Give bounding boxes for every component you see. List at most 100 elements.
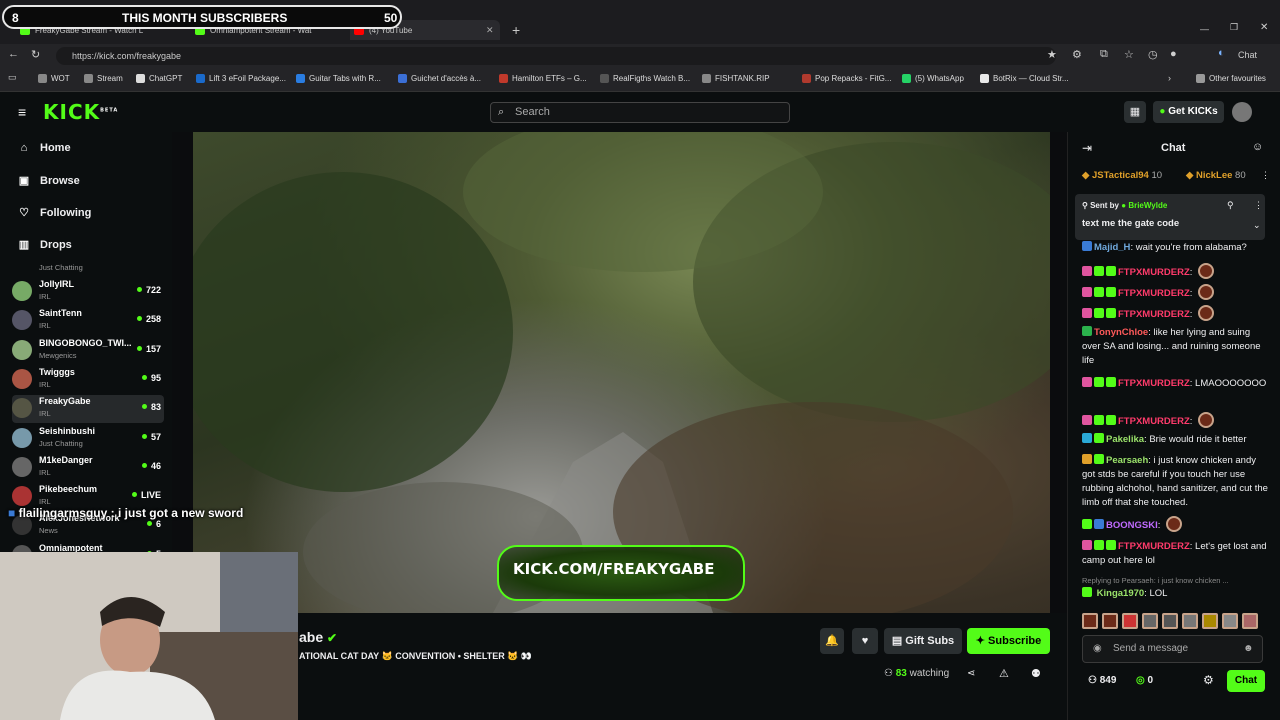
emote[interactable] (1198, 263, 1215, 279)
emote[interactable] (1222, 613, 1238, 629)
maximize-icon[interactable]: ❐ (1230, 22, 1238, 33)
extensions-icon[interactable]: ⚙ (1072, 48, 1082, 61)
chat-username[interactable]: FTPXMURDERZ (1118, 309, 1190, 320)
emote[interactable] (1198, 284, 1215, 300)
favorites-icon[interactable]: ☆ (1124, 48, 1134, 61)
bookmark-item[interactable]: ChatGPT (136, 74, 182, 83)
emote[interactable] (1122, 613, 1138, 629)
chat-username[interactable]: FTPXMURDERZ (1118, 416, 1190, 427)
send-message-input[interactable]: ◉ Send a message ☻ (1082, 635, 1263, 663)
copilot-chat-label[interactable]: Chat (1238, 50, 1257, 60)
chat-username[interactable]: Pakelika (1106, 434, 1144, 445)
share-icon[interactable]: ⋖ (967, 668, 975, 679)
nav-browse[interactable]: ▣ Browse (18, 174, 80, 188)
emote[interactable] (1198, 305, 1215, 321)
chat-username[interactable]: FTPXMURDERZ (1118, 378, 1190, 389)
bookmarks-overflow-icon[interactable]: › (1168, 73, 1171, 83)
more-options-icon[interactable]: ⚉ (1031, 667, 1041, 680)
bookmark-item[interactable]: Guichet d'accès à... (398, 74, 481, 83)
emote[interactable] (1182, 613, 1198, 629)
chat-username[interactable]: FTPXMURDERZ (1118, 541, 1190, 552)
chat-badge-icon (1082, 454, 1092, 464)
chat-message: Pakelika: Brie would ride it better (1082, 433, 1268, 447)
bookmark-item[interactable]: Lift 3 eFoil Package... (196, 74, 286, 83)
url-field[interactable]: https://kick.com/freakygabe (56, 47, 1056, 65)
nav-following[interactable]: ♡ Following (18, 206, 91, 220)
chat-username[interactable]: FTPXMURDERZ (1118, 288, 1190, 299)
chat-username[interactable]: FTPXMURDERZ (1118, 267, 1190, 278)
get-kicks-button[interactable]: ● Get KICKs (1153, 101, 1224, 123)
bookmark-item[interactable]: RealFigths Watch B... (600, 74, 690, 83)
nav-home[interactable]: ⌂ Home (18, 142, 71, 154)
sidebar-channel[interactable]: JollyIRL IRL 722 (12, 278, 164, 306)
emote[interactable] (1082, 613, 1098, 629)
chat-settings-icon[interactable]: ⚙ (1203, 673, 1214, 687)
pinned-more-icon[interactable]: ⋮ (1254, 200, 1263, 211)
back-icon[interactable]: ← (8, 48, 19, 60)
favorite-star-icon[interactable]: ★ (1047, 48, 1057, 61)
chat-username[interactable]: Majid_H (1094, 242, 1130, 253)
menu-icon[interactable]: ≡ (18, 104, 26, 120)
emote[interactable] (1162, 613, 1178, 629)
chat-username[interactable]: Pearsaeh (1106, 455, 1148, 466)
chat-badge-icon (1106, 415, 1116, 425)
sidebar-channel[interactable]: FreakyGabe IRL 83 (12, 395, 164, 424)
bookmark-item[interactable]: (5) WhatsApp (902, 74, 964, 83)
chat-username[interactable]: TonynChloe (1094, 327, 1148, 338)
kick-logo[interactable]: KICKBETA (43, 100, 118, 124)
close-window-icon[interactable]: ✕ (1260, 22, 1268, 33)
chat-badge-icon (1106, 308, 1116, 318)
sidebar-channel[interactable]: SaintTenn IRL 258 (12, 307, 164, 335)
emote[interactable] (1166, 516, 1183, 532)
sidebar-channel[interactable]: Seishinbushi Just Chatting 57 (12, 425, 164, 453)
emote[interactable] (1202, 613, 1218, 629)
chat-username[interactable]: BOONGSKI (1106, 520, 1158, 531)
emote[interactable] (1142, 613, 1158, 629)
notifications-button[interactable]: 🔔 (820, 628, 844, 654)
subscribe-button[interactable]: ✦ Subscribe (967, 628, 1050, 654)
video-player[interactable] (193, 132, 1050, 613)
other-favourites[interactable]: Other favourites (1196, 74, 1266, 83)
follow-button[interactable]: ♥ (852, 628, 878, 654)
sidebar-channel[interactable]: BINGOBONGO_TWI... Mewgenics 157 (12, 337, 164, 365)
sidebar-toggle-icon[interactable]: ▭ (8, 72, 17, 83)
emoji-icon[interactable]: ☻ (1243, 636, 1254, 662)
profile-icon[interactable]: ● (1170, 48, 1177, 60)
new-tab-button[interactable]: + (512, 20, 520, 40)
emote[interactable] (1198, 412, 1215, 428)
bookmark-item[interactable]: Guitar Tabs with R... (296, 74, 381, 83)
dashboard-icon[interactable]: ▦ (1124, 101, 1146, 123)
bookmark-item[interactable]: Stream (84, 74, 123, 83)
user-avatar[interactable] (1232, 102, 1252, 122)
streamer-name[interactable]: abe ✔ (299, 629, 337, 645)
collections-icon[interactable]: ⧉ (1100, 48, 1108, 61)
chevron-down-icon[interactable]: ⌄ (1253, 220, 1261, 231)
nav-drops[interactable]: ▥ Drops (18, 238, 72, 252)
sidebar-channel[interactable]: M1keDanger IRL 46 (12, 454, 164, 482)
bookmark-item[interactable]: BotRix — Cloud Str... (980, 74, 1069, 83)
sidebar-channel[interactable]: Twigggs IRL 95 (12, 366, 164, 394)
minimize-icon[interactable]: — (1200, 24, 1209, 34)
copilot-icon[interactable]: ◐ (1218, 47, 1225, 59)
history-icon[interactable]: ◷ (1148, 48, 1158, 61)
refresh-icon[interactable]: ↻ (31, 48, 40, 61)
bookmark-item[interactable]: WOT (38, 74, 70, 83)
bookmark-item[interactable]: Pop Repacks - FitG... (802, 74, 891, 83)
collapse-chat-icon[interactable]: ⇥ (1082, 141, 1092, 155)
send-chat-button[interactable]: Chat (1227, 670, 1265, 692)
chat-users-icon[interactable]: ☺ (1252, 141, 1263, 153)
bookmark-favicon-icon (196, 74, 205, 83)
channel-category: Just Chatting (39, 263, 83, 272)
close-tab-icon[interactable]: ✕ (486, 25, 494, 36)
bookmark-item[interactable]: Hamilton ETFs – G... (499, 74, 587, 83)
gifters-more-icon[interactable]: ⋮ (1261, 170, 1270, 181)
emote[interactable] (1102, 613, 1118, 629)
unpin-icon[interactable]: ⚲ (1227, 200, 1234, 211)
gift-subs-button[interactable]: ▤ Gift Subs (884, 628, 962, 654)
report-icon[interactable]: ⚠ (999, 667, 1009, 680)
chat-message: FTPXMURDERZ: LMAOOOOOOO (1082, 377, 1268, 391)
search-input[interactable]: ⌕ Search (490, 102, 790, 123)
channel-category: Mewgenics (39, 350, 77, 360)
emote[interactable] (1242, 613, 1258, 629)
bookmark-item[interactable]: FISHTANK.RIP (702, 74, 770, 83)
